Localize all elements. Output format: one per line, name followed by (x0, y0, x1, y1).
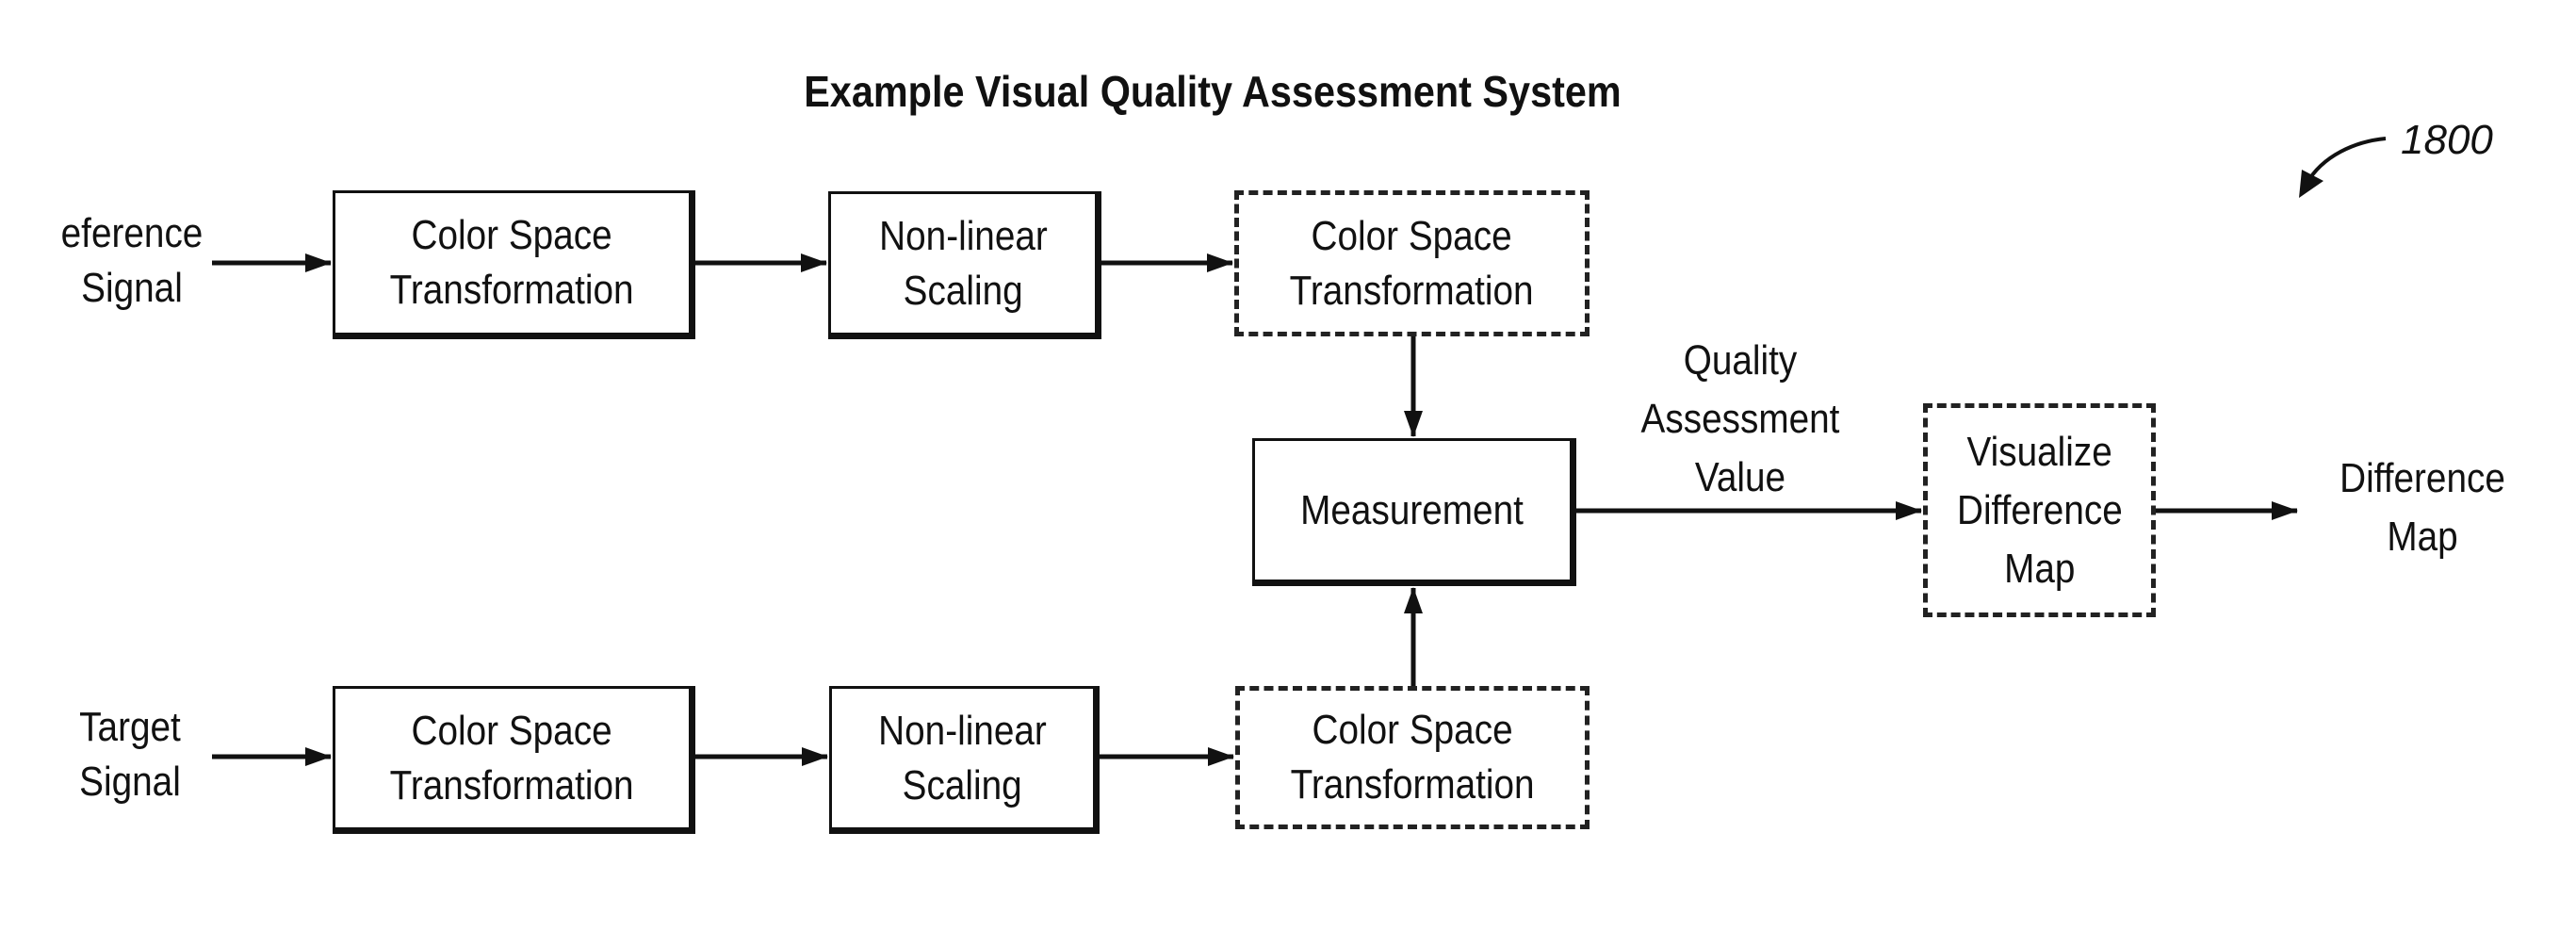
figure-number: 1800 (2401, 117, 2493, 163)
diagram-title: Example Visual Quality Assessment System (804, 67, 1622, 116)
top-optional-color-space-transformation-box[interactable]: Color Space Transformation (1234, 190, 1590, 336)
quality-assessment-value-label: Quality Assessment Value (1640, 337, 1840, 500)
figure-reference-arrow (2305, 137, 2387, 185)
visualize-difference-map-box[interactable]: Visualize Difference Map (1923, 403, 2156, 617)
bottom-optional-color-space-transformation-box[interactable]: Color Space Transformation (1235, 686, 1590, 829)
diagram-canvas: Example Visual Quality Assessment System… (0, 0, 2576, 947)
target-signal-label: Target Signal (79, 704, 181, 805)
reference-signal-label: eference Signal (60, 210, 204, 311)
bottom-nonlinear-scaling-box[interactable]: Non-linear Scaling (829, 686, 1100, 834)
top-nonlinear-scaling-box[interactable]: Non-linear Scaling (828, 191, 1101, 339)
difference-map-output-label: Difference Map (2340, 455, 2505, 560)
top-color-space-transformation-box[interactable]: Color Space Transformation (333, 190, 695, 339)
measurement-box[interactable]: Measurement (1252, 438, 1576, 586)
bottom-color-space-transformation-box[interactable]: Color Space Transformation (333, 686, 695, 834)
